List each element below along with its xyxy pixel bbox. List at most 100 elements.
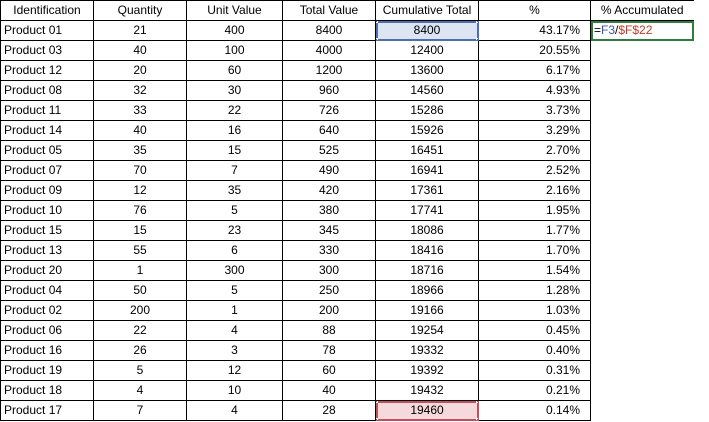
cell-total-value[interactable]: 28 — [282, 400, 376, 421]
cell-unit-value[interactable]: 35 — [186, 180, 283, 201]
cell-identification[interactable]: Product 03 — [0, 40, 94, 61]
cell-total-value[interactable]: 380 — [282, 200, 376, 221]
cell-unit-value[interactable]: 6 — [186, 240, 283, 261]
cell-identification[interactable]: Product 13 — [0, 240, 94, 261]
cell-identification[interactable]: Product 04 — [0, 280, 94, 301]
cell-unit-value[interactable]: 16 — [186, 120, 283, 141]
cell-unit-value[interactable]: 23 — [186, 220, 283, 241]
cell-percent-accumulated[interactable] — [590, 400, 694, 421]
cell-percent-accumulated[interactable] — [590, 360, 694, 381]
cell-cumulative-total-ref-f3[interactable]: 8400 — [375, 20, 479, 41]
cell-cumulative-total[interactable]: 15926 — [375, 120, 479, 141]
cell-quantity[interactable]: 32 — [93, 80, 187, 101]
cell-quantity[interactable]: 55 — [93, 240, 187, 261]
cell-unit-value[interactable]: 7 — [186, 160, 283, 181]
cell-cumulative-total[interactable]: 14560 — [375, 80, 479, 101]
cell-percent-accumulated[interactable] — [590, 60, 694, 81]
cell-cumulative-total[interactable]: 19166 — [375, 300, 479, 321]
cell-total-value[interactable]: 726 — [282, 100, 376, 121]
cell-quantity[interactable]: 70 — [93, 160, 187, 181]
cell-percent-accumulated[interactable] — [590, 380, 694, 401]
cell-percent[interactable]: 1.54% — [478, 260, 591, 281]
cell-unit-value[interactable]: 30 — [186, 80, 283, 101]
cell-total-value[interactable]: 525 — [282, 140, 376, 161]
cell-quantity[interactable]: 12 — [93, 180, 187, 201]
cell-percent[interactable]: 2.52% — [478, 160, 591, 181]
cell-unit-value[interactable]: 400 — [186, 20, 283, 41]
cell-unit-value[interactable]: 5 — [186, 200, 283, 221]
cell-cumulative-total[interactable]: 18416 — [375, 240, 479, 261]
cell-quantity[interactable]: 50 — [93, 280, 187, 301]
header-percent-accumulated[interactable]: % Accumulated — [590, 0, 694, 21]
cell-total-value[interactable]: 78 — [282, 340, 376, 361]
cell-percent[interactable]: 1.77% — [478, 220, 591, 241]
cell-percent-accumulated[interactable] — [590, 100, 694, 121]
cell-percent[interactable]: 1.03% — [478, 300, 591, 321]
cell-unit-value[interactable]: 4 — [186, 400, 283, 421]
cell-quantity[interactable]: 22 — [93, 320, 187, 341]
cell-quantity[interactable]: 26 — [93, 340, 187, 361]
cell-identification[interactable]: Product 12 — [0, 60, 94, 81]
selection-handle[interactable] — [476, 418, 478, 420]
cell-identification[interactable]: Product 16 — [0, 340, 94, 361]
cell-unit-value[interactable]: 1 — [186, 300, 283, 321]
cell-unit-value[interactable]: 5 — [186, 280, 283, 301]
header-identification[interactable]: Identification — [0, 0, 94, 21]
selection-handle[interactable] — [376, 38, 378, 40]
cell-percent[interactable]: 1.28% — [478, 280, 591, 301]
cell-cumulative-total-ref-f22[interactable]: 19460 — [375, 400, 479, 421]
cell-percent-accumulated[interactable] — [590, 320, 694, 341]
cell-unit-value[interactable]: 10 — [186, 380, 283, 401]
cell-percent-accumulated[interactable] — [590, 300, 694, 321]
cell-percent-accumulated[interactable] — [590, 140, 694, 161]
cell-percent[interactable]: 0.21% — [478, 380, 591, 401]
cell-identification[interactable]: Product 08 — [0, 80, 94, 101]
cell-cumulative-total[interactable]: 17741 — [375, 200, 479, 221]
cell-identification[interactable]: Product 07 — [0, 160, 94, 181]
cell-identification[interactable]: Product 17 — [0, 400, 94, 421]
cell-cumulative-total[interactable]: 17361 — [375, 180, 479, 201]
cell-unit-value[interactable]: 300 — [186, 260, 283, 281]
cell-total-value[interactable]: 960 — [282, 80, 376, 101]
cell-identification[interactable]: Product 06 — [0, 320, 94, 341]
cell-percent[interactable]: 3.73% — [478, 100, 591, 121]
cell-cumulative-total[interactable]: 16451 — [375, 140, 479, 161]
cell-percent-accumulated[interactable] — [590, 240, 694, 261]
cell-quantity[interactable]: 7 — [93, 400, 187, 421]
cell-identification[interactable]: Product 15 — [0, 220, 94, 241]
cell-percent-accumulated[interactable] — [590, 80, 694, 101]
cell-percent-accumulated[interactable] — [590, 160, 694, 181]
cell-percent[interactable]: 4.93% — [478, 80, 591, 101]
selection-handle[interactable] — [476, 38, 478, 40]
cell-quantity[interactable]: 76 — [93, 200, 187, 221]
cell-percent[interactable]: 2.16% — [478, 180, 591, 201]
cell-percent[interactable]: 0.45% — [478, 320, 591, 341]
cell-unit-value[interactable]: 15 — [186, 140, 283, 161]
cell-total-value[interactable]: 4000 — [282, 40, 376, 61]
cell-quantity[interactable]: 20 — [93, 60, 187, 81]
selection-handle[interactable] — [376, 401, 378, 403]
cell-identification[interactable]: Product 18 — [0, 380, 94, 401]
cell-percent-accumulated[interactable] — [590, 200, 694, 221]
cell-unit-value[interactable]: 100 — [186, 40, 283, 61]
selection-handle[interactable] — [376, 418, 378, 420]
cell-cumulative-total[interactable]: 15286 — [375, 100, 479, 121]
cell-total-value[interactable]: 640 — [282, 120, 376, 141]
cell-unit-value[interactable]: 3 — [186, 340, 283, 361]
header-unit-value[interactable]: Unit Value — [186, 0, 283, 21]
header-total-value[interactable]: Total Value — [282, 0, 376, 21]
cell-percent[interactable]: 6.17% — [478, 60, 591, 81]
cell-identification[interactable]: Product 05 — [0, 140, 94, 161]
cell-total-value[interactable]: 490 — [282, 160, 376, 181]
cell-cumulative-total[interactable]: 19254 — [375, 320, 479, 341]
cell-percent-accumulated[interactable] — [590, 340, 694, 361]
cell-unit-value[interactable]: 60 — [186, 60, 283, 81]
cell-total-value[interactable]: 1200 — [282, 60, 376, 81]
cell-identification[interactable]: Product 20 — [0, 260, 94, 281]
cell-total-value[interactable]: 300 — [282, 260, 376, 281]
selection-handle[interactable] — [476, 401, 478, 403]
cell-percent-accumulated[interactable] — [590, 40, 694, 61]
cell-quantity[interactable]: 200 — [93, 300, 187, 321]
cell-total-value[interactable]: 8400 — [282, 20, 376, 41]
cell-quantity[interactable]: 4 — [93, 380, 187, 401]
